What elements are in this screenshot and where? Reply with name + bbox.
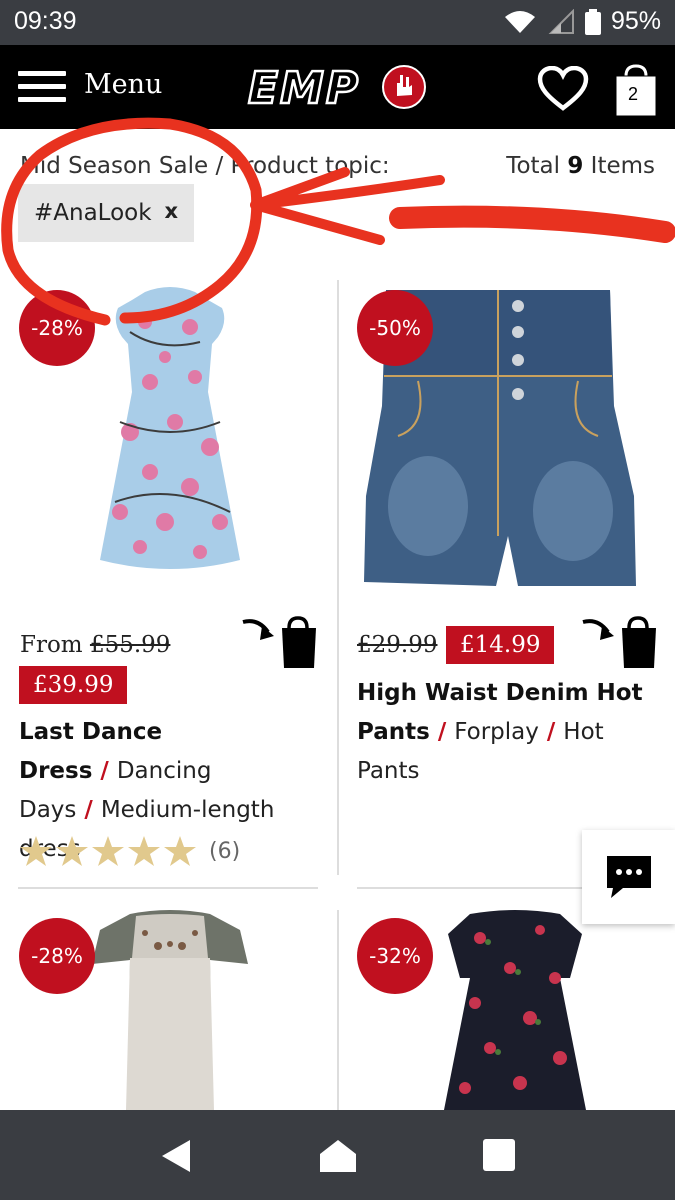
- svg-text:EMP: EMP: [248, 63, 360, 111]
- cart-count: 2: [627, 84, 638, 104]
- product-brand[interactable]: Forplay: [454, 719, 539, 745]
- old-price: £55.99: [89, 632, 171, 658]
- shopping-bag-icon[interactable]: 2: [614, 62, 658, 118]
- product-title[interactable]: High Waist Denim Hot Pants / Forplay / Hot P…: [357, 674, 647, 791]
- battery-icon: [584, 8, 601, 35]
- star-icon: [164, 836, 196, 866]
- price-prefix: From: [20, 632, 83, 658]
- product-image[interactable]: [90, 282, 250, 582]
- old-price: £29.99: [357, 632, 438, 658]
- price-line: From £55.99: [20, 632, 170, 658]
- discount-badge: -28%: [19, 918, 95, 994]
- row-divider: [357, 887, 587, 889]
- wifi-icon: [504, 10, 535, 33]
- total-count: 9: [567, 153, 584, 179]
- back-icon[interactable]: [158, 1138, 194, 1174]
- discount-badge: -50%: [357, 290, 433, 366]
- filter-chip-label: #AnaLook: [34, 200, 152, 226]
- signal-icon: [548, 8, 574, 34]
- discount-badge: -32%: [357, 918, 433, 994]
- review-count: (6): [209, 838, 241, 864]
- chat-button[interactable]: [582, 830, 675, 924]
- sale-price: £14.99: [446, 626, 555, 664]
- menu-label[interactable]: Menu: [84, 69, 162, 100]
- app-header: Menu EMP 2: [0, 45, 675, 129]
- grid-divider: [337, 910, 339, 1110]
- sale-price: £39.99: [19, 666, 128, 704]
- product-image[interactable]: [440, 908, 590, 1110]
- home-icon[interactable]: [318, 1138, 358, 1174]
- star-icon: [128, 836, 160, 866]
- star-icon: [56, 836, 88, 866]
- filter-chip[interactable]: #AnaLook x: [18, 184, 194, 242]
- heart-icon[interactable]: [537, 66, 589, 112]
- filter-bar: Mid Season Sale / Product topic: Total 9…: [0, 129, 675, 279]
- chat-icon: [606, 856, 651, 898]
- battery-percent: 95%: [610, 7, 661, 35]
- recents-icon[interactable]: [482, 1138, 516, 1172]
- breadcrumb: Mid Season Sale / Product topic:: [20, 153, 390, 179]
- grid-divider: [337, 280, 339, 875]
- status-icons: 95%: [503, 7, 661, 36]
- add-to-cart-icon[interactable]: [240, 614, 318, 670]
- star-icon: [20, 836, 52, 866]
- product-image[interactable]: [90, 908, 250, 1110]
- total-items: Total 9 Items: [506, 153, 655, 179]
- row-divider: [18, 887, 318, 889]
- add-to-cart-icon[interactable]: [580, 614, 658, 670]
- price-line: £29.99: [357, 632, 437, 658]
- rating[interactable]: (6): [19, 835, 240, 867]
- discount-badge: -28%: [19, 290, 95, 366]
- emp-logo[interactable]: EMP: [246, 63, 430, 111]
- star-icon: [92, 836, 124, 866]
- close-icon[interactable]: x: [164, 199, 178, 223]
- system-nav-bar: [0, 1110, 675, 1200]
- hamburger-icon[interactable]: [18, 71, 66, 103]
- status-time: 09:39: [14, 7, 77, 35]
- status-bar: 09:39 95%: [0, 0, 675, 45]
